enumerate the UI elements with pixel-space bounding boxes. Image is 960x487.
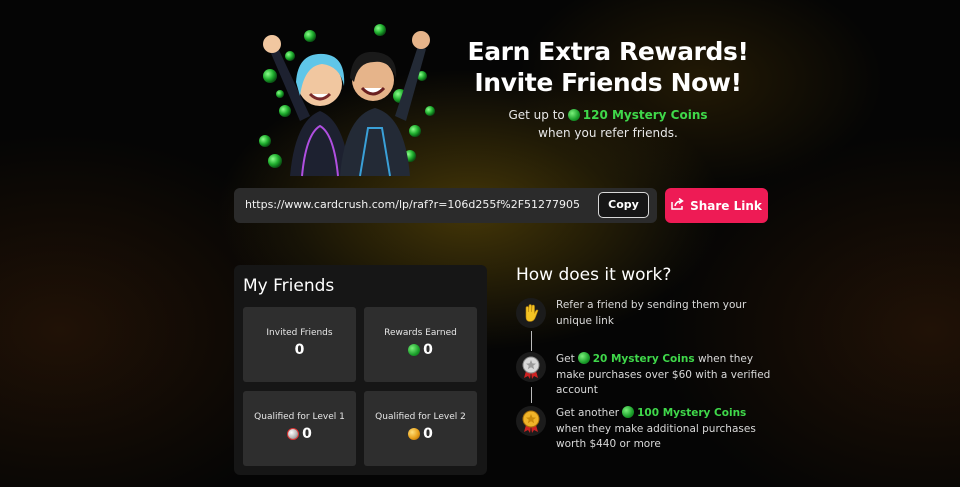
gold-medal-icon xyxy=(516,406,546,436)
gold-medal-icon xyxy=(408,428,421,440)
step-connector xyxy=(531,331,532,351)
step-2-prefix: Get xyxy=(556,353,575,365)
subtitle-suffix: when you refer friends. xyxy=(538,126,678,140)
step-3-suffix: when they make additional purchases wort… xyxy=(556,422,756,451)
my-friends-title: My Friends xyxy=(243,276,335,296)
card-label: Invited Friends xyxy=(266,328,333,338)
share-link-button[interactable]: Share Link xyxy=(665,188,768,223)
step-1-text: Refer a friend by sending them your uniq… xyxy=(556,299,747,327)
mystery-coin-icon xyxy=(408,344,421,356)
referral-link-bar: https://www.cardcrush.com/lp/raf?r=106d2… xyxy=(234,188,657,223)
copy-button[interactable]: Copy xyxy=(598,192,649,218)
headline-line-2: Invite Friends Now! xyxy=(474,68,742,97)
step-connector xyxy=(531,387,532,403)
step-3-prefix: Get another xyxy=(556,407,620,419)
mystery-coin-icon xyxy=(567,109,580,121)
step-3-amount: 100 Mystery Coins xyxy=(637,407,747,419)
card-value: 0 xyxy=(423,342,433,358)
qualified-level-2-card: Qualified for Level 2 0 xyxy=(364,391,477,466)
step-2-amount: 20 Mystery Coins xyxy=(592,353,695,365)
rewards-earned-card: Rewards Earned 0 xyxy=(364,307,477,382)
qualified-level-1-card: Qualified for Level 1 0 xyxy=(243,391,356,466)
subtitle-prefix: Get up to xyxy=(508,108,565,122)
card-label: Qualified for Level 2 xyxy=(375,412,466,422)
my-friends-panel: My Friends Invited Friends 0 Rewards Ear… xyxy=(234,265,487,475)
hero-headline: Earn Extra Rewards! Invite Friends Now! … xyxy=(466,36,750,142)
step-3-text: Get another 100 Mystery Coins when they m… xyxy=(556,406,776,453)
card-value: 0 xyxy=(302,426,312,442)
step-2-text: Get 20 Mystery Coins when they make purch… xyxy=(556,352,776,399)
card-label: Qualified for Level 1 xyxy=(254,412,345,422)
referral-link-text[interactable]: https://www.cardcrush.com/lp/raf?r=106d2… xyxy=(245,198,580,211)
hero-illustration xyxy=(250,16,440,178)
card-label: Rewards Earned xyxy=(384,328,457,338)
how-it-works-section: How does it work? xyxy=(516,265,776,285)
share-icon xyxy=(671,197,684,213)
mystery-coin-icon xyxy=(622,406,635,418)
headline-line-1: Earn Extra Rewards! xyxy=(467,37,749,66)
mystery-coin-icon xyxy=(577,352,590,364)
waving-hand-icon xyxy=(516,298,546,328)
invited-friends-card: Invited Friends 0 xyxy=(243,307,356,382)
hero-subtitle: Get up to 120 Mystery Coins when you refe… xyxy=(466,106,750,142)
card-value: 0 xyxy=(423,426,433,442)
silver-medal-icon xyxy=(516,352,546,382)
how-it-works-title: How does it work? xyxy=(516,265,672,285)
card-value: 0 xyxy=(294,342,305,358)
silver-medal-icon xyxy=(287,428,300,440)
share-link-label: Share Link xyxy=(690,198,762,213)
subtitle-amount: 120 Mystery Coins xyxy=(582,108,708,122)
